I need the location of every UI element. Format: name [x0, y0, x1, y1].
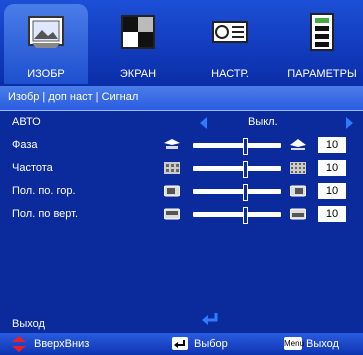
tab-bar: ИЗОБР ЭКРАН НАСТР. ПАРАМЕТРЫ — [0, 0, 363, 86]
tab-picture[interactable]: ИЗОБР — [4, 4, 88, 84]
enter-key-icon — [172, 337, 188, 350]
h-position-decrease-icon[interactable] — [164, 185, 180, 197]
slider-thumb[interactable] — [243, 161, 248, 178]
tab-label: НАСТР. — [211, 68, 249, 80]
up-down-icon — [12, 336, 26, 352]
v-position-value: 10 — [318, 206, 346, 222]
tab-options[interactable]: ПАРАМЕТРЫ — [280, 4, 363, 84]
v-position-slider[interactable] — [193, 207, 281, 224]
frequency-label: Частота — [12, 162, 53, 174]
tab-label: ПАРАМЕТРЫ — [287, 68, 357, 80]
select-label: Выбор — [194, 338, 228, 350]
frequency-decrease-icon[interactable] — [164, 162, 180, 174]
v-position-label: Пол. по верт. — [12, 208, 79, 220]
breadcrumb: Изобр | доп наст | Сигнал — [8, 91, 139, 103]
projector-settings-icon — [212, 21, 248, 43]
options-icon — [310, 13, 334, 51]
v-position-increase-icon[interactable] — [290, 208, 306, 220]
slider-thumb[interactable] — [243, 138, 248, 155]
menu-row-auto[interactable]: АВТО Выкл. — [0, 112, 363, 134]
phase-label: Фаза — [12, 139, 38, 151]
menu-key-icon: Menu — [284, 337, 305, 350]
v-position-decrease-icon[interactable] — [164, 208, 180, 220]
phase-value: 10 — [318, 137, 346, 153]
arrow-left-icon[interactable] — [200, 117, 207, 129]
menu-row-phase[interactable]: Фаза 10 — [0, 135, 363, 157]
tab-label: ИЗОБР — [27, 68, 65, 80]
tab-screen[interactable]: ЭКРАН — [96, 4, 180, 84]
screen-icon — [121, 15, 155, 49]
h-position-value: 10 — [318, 183, 346, 199]
phase-increase-icon[interactable] — [290, 139, 306, 151]
phase-slider[interactable] — [193, 138, 281, 155]
updown-label: ВверхВниз — [34, 338, 90, 350]
slider-thumb[interactable] — [243, 207, 248, 224]
menu-row-v-position[interactable]: Пол. по верт. 10 — [0, 204, 363, 226]
frequency-slider[interactable] — [193, 161, 281, 178]
menu-row-h-position[interactable]: Пол. по. гор. 10 — [0, 181, 363, 203]
phase-decrease-icon[interactable] — [164, 139, 180, 151]
footer-bar: ВверхВниз Выбор Menu Выход — [0, 333, 363, 355]
menu-row-frequency[interactable]: Частота 10 — [0, 158, 363, 180]
slider-thumb[interactable] — [243, 184, 248, 201]
h-position-label: Пол. по. гор. — [12, 185, 76, 197]
auto-value: Выкл. — [248, 116, 278, 128]
tab-label: ЭКРАН — [119, 68, 157, 80]
h-position-increase-icon[interactable] — [290, 185, 306, 197]
frequency-value: 10 — [318, 160, 346, 176]
breadcrumb-bar: Изобр | доп наст | Сигнал — [0, 86, 363, 111]
footer-exit-label: Выход — [306, 338, 339, 350]
osd-menu: ИЗОБР ЭКРАН НАСТР. ПАРАМЕТРЫ Изобр | доп… — [0, 0, 363, 355]
enter-icon — [202, 313, 218, 325]
tab-settings[interactable]: НАСТР. — [188, 4, 272, 84]
frequency-increase-icon[interactable] — [290, 162, 306, 174]
exit-label[interactable]: Выход — [12, 318, 45, 330]
arrow-right-icon[interactable] — [346, 117, 353, 129]
picture-icon — [28, 16, 64, 48]
auto-label: АВТО — [12, 116, 41, 128]
h-position-slider[interactable] — [193, 184, 281, 201]
